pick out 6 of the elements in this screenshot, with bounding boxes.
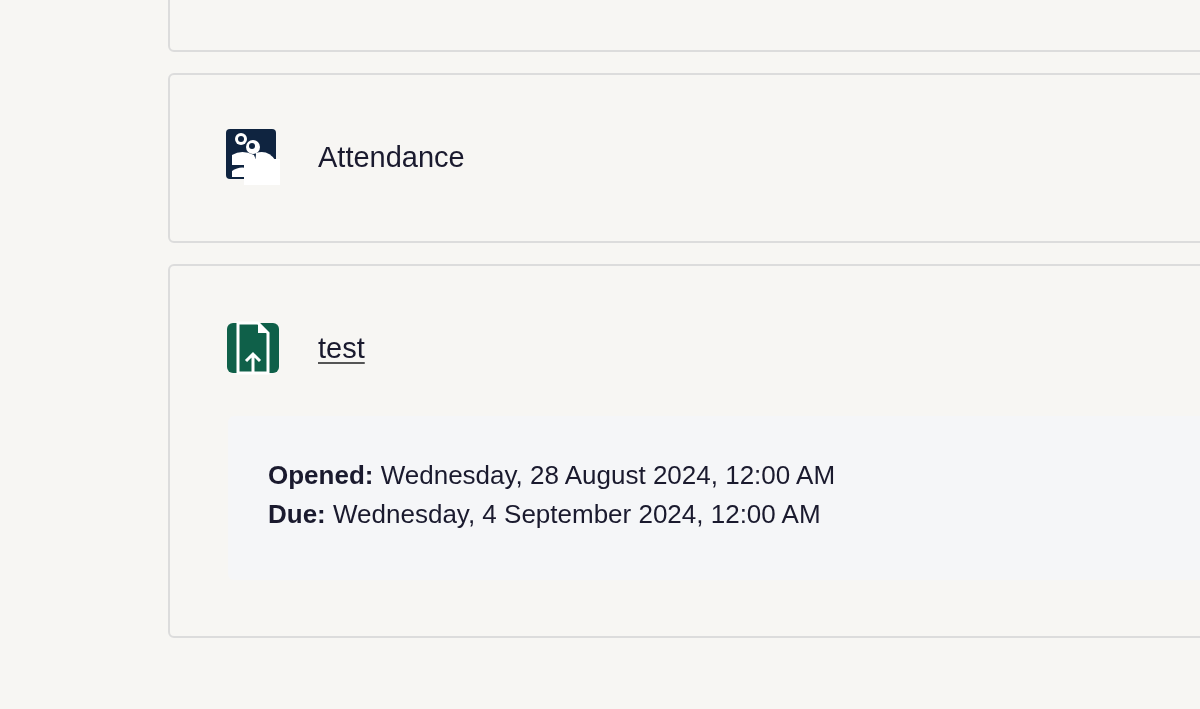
file-upload-icon bbox=[226, 320, 280, 376]
date-text: Opened: Wednesday, 28 August 2024, 12:00 AM bbox=[268, 460, 837, 491]
people-icon bbox=[226, 129, 280, 185]
activity-link[interactable]: test bbox=[318, 331, 365, 365]
activity-title: Attendance bbox=[318, 140, 465, 174]
date-text: Due: Wednesday, 4 September 2024, 12:00 AM bbox=[268, 499, 822, 530]
